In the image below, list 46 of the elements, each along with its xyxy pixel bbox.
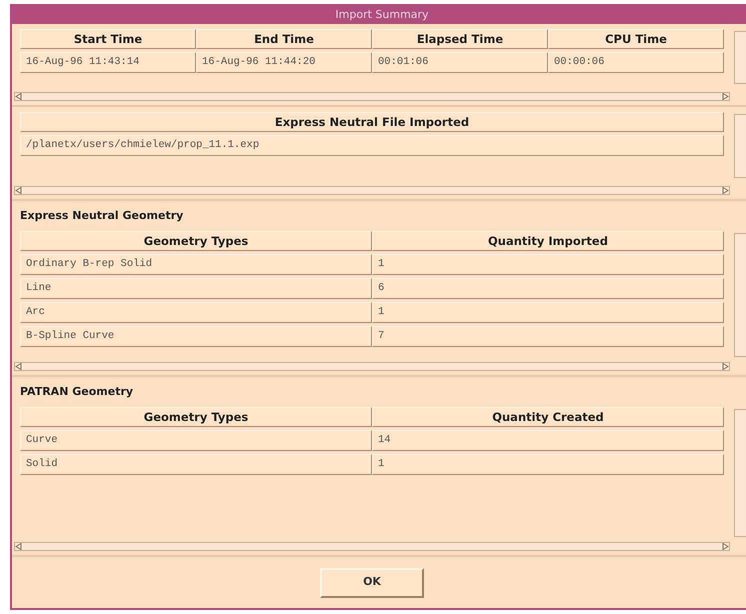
- table-cell: Line: [20, 278, 372, 298]
- column-header: Quantity Created: [372, 406, 724, 426]
- window-title: Import Summary: [12, 6, 746, 24]
- ok-button[interactable]: OK: [320, 568, 424, 598]
- table-cell: 00:01:06: [372, 52, 548, 73]
- table-cell: 1: [372, 454, 724, 474]
- column-header: Start Time: [20, 29, 196, 49]
- vertical-scrollbar[interactable]: [734, 232, 746, 356]
- vertical-scrollbar[interactable]: [734, 408, 746, 536]
- table-cell: Arc: [20, 302, 372, 322]
- table-cell: 14: [372, 430, 724, 450]
- column-header: Express Neutral File Imported: [20, 112, 724, 132]
- left-arrow-icon[interactable]: [15, 363, 23, 370]
- vertical-scrollbar[interactable]: [734, 31, 746, 84]
- section-title: Express Neutral Geometry: [20, 208, 184, 224]
- left-arrow-icon[interactable]: [15, 543, 23, 550]
- column-header: Quantity Imported: [372, 230, 724, 250]
- table-cell: 00:00:06: [548, 52, 724, 73]
- horizontal-scrollbar[interactable]: [14, 186, 730, 195]
- horizontal-scrollbar[interactable]: [14, 542, 730, 551]
- left-arrow-icon[interactable]: [15, 187, 23, 194]
- left-arrow-icon[interactable]: [15, 93, 23, 100]
- table-cell: B-Spline Curve: [20, 326, 372, 346]
- table-cell: 6: [372, 278, 724, 298]
- horizontal-scrollbar[interactable]: [14, 92, 730, 101]
- table-cell: 1: [372, 302, 724, 322]
- right-arrow-icon[interactable]: [721, 363, 729, 370]
- column-header: Geometry Types: [20, 406, 372, 426]
- column-header: End Time: [196, 29, 372, 49]
- right-arrow-icon[interactable]: [721, 543, 729, 550]
- table-cell: Solid: [20, 454, 372, 474]
- table-cell: 7: [372, 326, 724, 346]
- right-arrow-icon[interactable]: [721, 187, 729, 194]
- section-title: PATRAN Geometry: [20, 384, 134, 400]
- column-header: Geometry Types: [20, 230, 372, 250]
- table-cell: Curve: [20, 430, 372, 450]
- horizontal-scrollbar[interactable]: [14, 362, 730, 371]
- column-header: CPU Time: [548, 29, 724, 49]
- table-cell: 1: [372, 254, 724, 274]
- vertical-scrollbar[interactable]: [734, 114, 746, 178]
- table-cell: Ordinary B-rep Solid: [20, 254, 372, 274]
- table-cell: 16-Aug-96 11:44:20: [196, 52, 372, 73]
- table-cell: /planetx/users/chmielew/prop_11.1.exp: [20, 135, 724, 156]
- table-cell: 16-Aug-96 11:43:14: [20, 52, 196, 73]
- column-header: Elapsed Time: [372, 29, 548, 49]
- right-arrow-icon[interactable]: [721, 93, 729, 100]
